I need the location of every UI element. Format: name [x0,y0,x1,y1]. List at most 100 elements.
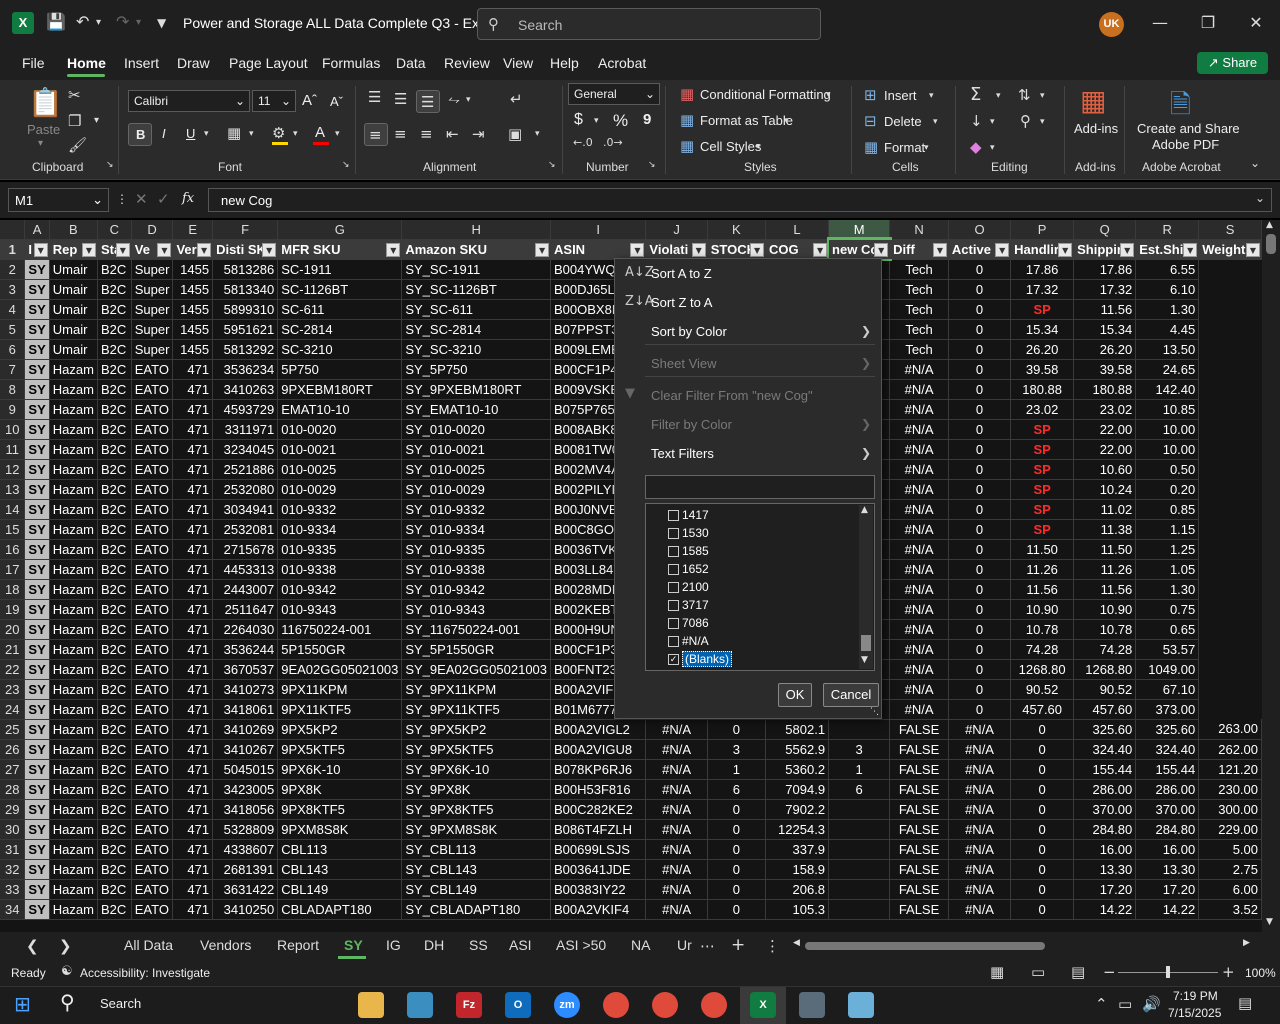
cell[interactable]: 3418056 [212,799,279,820]
cell[interactable]: EATO [131,499,174,520]
cell[interactable]: #N/A [889,579,949,600]
cell[interactable]: EATO [131,899,174,920]
cell[interactable]: EATO [131,619,174,640]
page-layout-view-icon[interactable]: ▭ [1031,963,1045,981]
cell[interactable]: 17.86 [1010,259,1075,280]
text-filters-item[interactable]: Text Filters [651,446,714,461]
cell[interactable]: 1.25 [1135,539,1200,560]
normal-view-icon[interactable]: ▦ [990,963,1004,981]
cell[interactable]: 0 [948,439,1012,460]
filter-dropdown-icon[interactable]: ▼ [115,242,130,257]
align-right-icon[interactable]: ≡ [420,125,433,143]
increase-indent-icon[interactable]: ⇥ [472,125,485,143]
row-header[interactable]: 24 [0,699,26,720]
cell[interactable]: 26.20 [1073,339,1137,360]
cell[interactable]: B2C [97,719,132,740]
cell[interactable]: 0.85 [1135,499,1200,520]
select-all-corner[interactable] [0,220,26,240]
file-explorer-icon[interactable] [358,992,384,1018]
cell[interactable]: #N/A [948,719,1012,740]
format-cells-icon[interactable]: ▦ [864,138,878,156]
cell[interactable]: 39.58 [1010,359,1075,380]
cell[interactable]: Hazam [49,839,98,860]
undo-dropdown-icon[interactable]: ▾ [96,17,101,28]
ok-button[interactable]: OK [778,683,812,707]
cell[interactable]: B00699LSJS [550,839,647,860]
cell[interactable]: 3410250 [212,899,279,920]
cell[interactable]: SY [24,799,50,820]
cell[interactable]: B086T4FZLH [550,819,647,840]
confirm-entry-icon[interactable]: ✓ [157,190,170,208]
cell[interactable]: 5360.2 [765,759,830,780]
cell[interactable]: 10.90 [1073,599,1137,620]
cell[interactable]: 6.00 [1198,879,1262,900]
cell[interactable]: SY_CBLADAPT180 [401,899,552,920]
chrome-icon[interactable] [652,992,678,1018]
cell[interactable]: B2C [97,739,132,760]
cell[interactable]: 16.00 [1073,839,1137,860]
cell[interactable]: SY_SC-2814 [401,319,552,340]
cell[interactable]: 0 [1010,879,1075,900]
chevron-down-icon[interactable]: ▾ [929,91,934,101]
cell[interactable]: Hazam [49,439,98,460]
cell[interactable]: SY_010-9334 [401,519,552,540]
cell[interactable]: #N/A [889,459,949,480]
cell[interactable]: 0 [948,479,1012,500]
cell[interactable]: 11.26 [1010,559,1075,580]
cell[interactable]: SY [24,499,50,520]
font-color-dropdown-icon[interactable]: ▾ [335,129,340,139]
cell[interactable]: 67.10 [1135,679,1200,700]
find-select-icon[interactable]: ⚲ [1020,112,1031,130]
sort-z-to-a-item[interactable]: Sort Z to A [651,295,712,310]
filter-dropdown-icon[interactable]: ▼ [995,242,1010,257]
cell[interactable]: B2C [97,499,132,520]
sheet-tab[interactable]: Ur [677,937,692,953]
cell[interactable]: 6.10 [1135,279,1200,300]
align-bottom-button[interactable]: ☰ [416,90,440,113]
cell[interactable]: 471 [172,619,214,640]
cell[interactable]: Hazam [49,739,98,760]
sort-by-color-item[interactable]: Sort by Color [651,324,727,339]
row-header[interactable]: 14 [0,499,26,520]
cell[interactable]: FALSE [889,739,949,760]
cell[interactable]: 121.20 [1198,759,1262,780]
fill-icon[interactable]: ↓ [970,112,983,130]
fill-color-icon[interactable]: ⚙ [272,124,285,142]
cell[interactable]: 5951621 [212,319,279,340]
merge-dropdown-icon[interactable]: ▾ [535,129,540,139]
cell[interactable]: Hazam [49,579,98,600]
cell[interactable]: B2C [97,879,132,900]
cell[interactable]: 15.34 [1073,319,1137,340]
cell[interactable]: 471 [172,859,214,880]
cell[interactable]: 10.78 [1073,619,1137,640]
currency-dropdown-icon[interactable]: ▾ [594,116,599,126]
cell[interactable]: #N/A [889,659,949,680]
cell[interactable]: 2443007 [212,579,279,600]
cell[interactable]: SC-2814 [277,319,403,340]
cell[interactable]: 10.24 [1073,479,1137,500]
cell[interactable]: Tech [889,299,949,320]
cell[interactable]: 0 [948,379,1012,400]
chrome-icon[interactable] [603,992,629,1018]
page-break-view-icon[interactable]: ▤ [1071,963,1085,981]
prev-sheet-icon[interactable]: ❮ [26,937,39,955]
chevron-down-icon[interactable]: ▾ [933,117,938,127]
cell[interactable]: Hazam [49,759,98,780]
cell[interactable]: SY_010-9335 [401,539,552,560]
cell[interactable]: Super [131,299,174,320]
cell[interactable]: SY_9EA02GG05021003 [401,659,552,680]
cell[interactable]: 4593729 [212,399,279,420]
number-format-select[interactable]: General ⌄ [568,83,660,105]
cell[interactable]: EATO [131,459,174,480]
filter-dropdown-icon[interactable]: ▼ [1120,242,1135,257]
table-header-cell[interactable]: Ver ▼ [172,239,214,260]
cell[interactable]: 24.65 [1135,359,1200,380]
cell[interactable]: 3423005 [212,779,279,800]
filter-dropdown-icon[interactable]: ▼ [1183,242,1198,257]
checkbox[interactable]: ✓ [668,654,679,665]
excel-taskbar-icon[interactable]: X [750,992,776,1018]
cell[interactable]: EATO [131,679,174,700]
cell[interactable]: Hazam [49,539,98,560]
cell[interactable]: 39.58 [1073,359,1137,380]
cell[interactable]: 7902.2 [765,799,830,820]
